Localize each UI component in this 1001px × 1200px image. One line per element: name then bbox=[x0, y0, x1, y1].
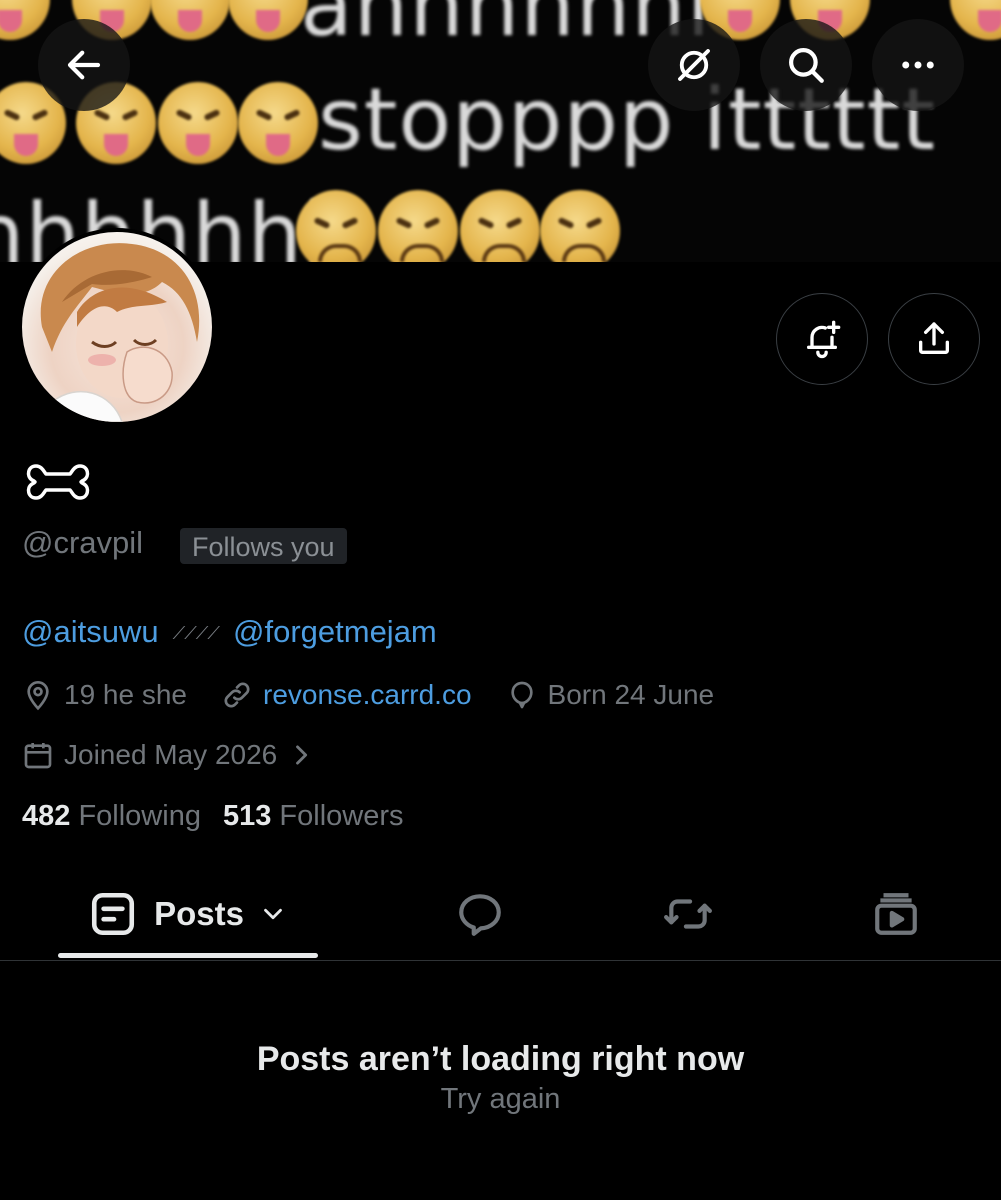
media-icon bbox=[875, 893, 917, 935]
posts-error-title: Posts aren’t loading right now bbox=[256, 1040, 745, 1078]
replies-icon bbox=[459, 894, 501, 936]
profile-handle: @cravpil bbox=[22, 525, 144, 560]
bio-mention-forgetmejam[interactable]: @forgetmejam bbox=[233, 614, 437, 649]
link-icon bbox=[224, 682, 250, 708]
following-stat[interactable]: 482 Following bbox=[22, 800, 201, 832]
tab-reposts[interactable] bbox=[648, 870, 728, 958]
following-label: Following bbox=[78, 800, 201, 832]
tab-media[interactable] bbox=[856, 870, 936, 958]
chevron-down-icon[interactable] bbox=[258, 899, 288, 929]
location-text: 19 he she bbox=[64, 679, 187, 710]
back-arrow-icon bbox=[67, 50, 101, 80]
banner-emoji bbox=[0, 0, 50, 40]
more-options-button[interactable] bbox=[872, 19, 964, 111]
profile-avatar[interactable] bbox=[18, 228, 216, 426]
search-icon bbox=[789, 48, 824, 83]
active-tab-indicator bbox=[58, 953, 318, 958]
try-again-link[interactable]: Try again bbox=[0, 1083, 1001, 1116]
profile-banner[interactable]: ahhhhhhh stopppp itttttt hhhhhhh bbox=[0, 0, 1001, 262]
posts-icon bbox=[92, 892, 135, 936]
notification-bell-plus-icon bbox=[807, 320, 841, 359]
chevron-right-icon bbox=[296, 745, 308, 765]
banner-emoji bbox=[950, 0, 1001, 40]
website-item[interactable]: revonse.carrd.co bbox=[221, 679, 472, 711]
location-icon bbox=[27, 681, 49, 711]
balloon-icon bbox=[510, 681, 533, 709]
tab-replies[interactable] bbox=[440, 870, 520, 958]
notifications-button[interactable] bbox=[776, 293, 868, 385]
banner-emoji bbox=[238, 82, 318, 164]
joined-row[interactable]: Joined May 2026 bbox=[22, 735, 359, 775]
follow-stats: 482 Following 513 Followers bbox=[22, 800, 404, 833]
birthday-item: Born 24 June bbox=[506, 679, 715, 711]
banner-emoji bbox=[228, 0, 308, 40]
joined-item[interactable]: Joined May 2026 bbox=[22, 739, 325, 771]
banner-emoji bbox=[540, 190, 620, 262]
calendar-icon bbox=[24, 743, 52, 769]
profile-meta-row: 19 he she revonse.carrd.co Born 24 June bbox=[22, 675, 748, 715]
bio-separator: ⟋⟋⟋⟋ bbox=[172, 623, 220, 644]
bio-mention-aitsuwu[interactable]: @aitsuwu bbox=[22, 614, 159, 649]
banner-emoji bbox=[296, 190, 376, 262]
followers-label: Followers bbox=[279, 800, 404, 832]
display-name-bone-icon bbox=[26, 464, 90, 500]
share-icon bbox=[919, 322, 949, 354]
grok-button[interactable] bbox=[648, 19, 740, 111]
birthday-text: Born 24 June bbox=[547, 679, 715, 710]
search-button[interactable] bbox=[760, 19, 852, 111]
tab-posts[interactable]: Posts bbox=[58, 870, 318, 958]
back-button[interactable] bbox=[38, 19, 130, 111]
banner-emoji bbox=[460, 190, 540, 262]
location-item: 19 he she bbox=[22, 679, 187, 711]
joined-text: Joined May 2026 bbox=[64, 739, 278, 770]
profile-tabs: Posts bbox=[0, 870, 1001, 961]
reposts-icon bbox=[664, 899, 712, 929]
more-icon bbox=[902, 61, 934, 69]
banner-emoji bbox=[150, 0, 230, 40]
grok-icon bbox=[678, 49, 710, 81]
profile-bio: @aitsuwu ⟋⟋⟋⟋ @forgetmejam bbox=[22, 614, 437, 650]
tab-posts-label: Posts bbox=[154, 895, 244, 932]
banner-emoji bbox=[158, 82, 238, 164]
followers-stat[interactable]: 513 Followers bbox=[223, 800, 404, 832]
banner-emoji bbox=[378, 190, 458, 262]
following-count: 482 bbox=[22, 800, 71, 832]
avatar-illustration bbox=[40, 243, 200, 422]
share-button[interactable] bbox=[888, 293, 980, 385]
followers-count: 513 bbox=[222, 800, 272, 832]
website-link[interactable]: revonse.carrd.co bbox=[263, 679, 472, 711]
follows-you-badge: Follows you bbox=[180, 528, 347, 564]
